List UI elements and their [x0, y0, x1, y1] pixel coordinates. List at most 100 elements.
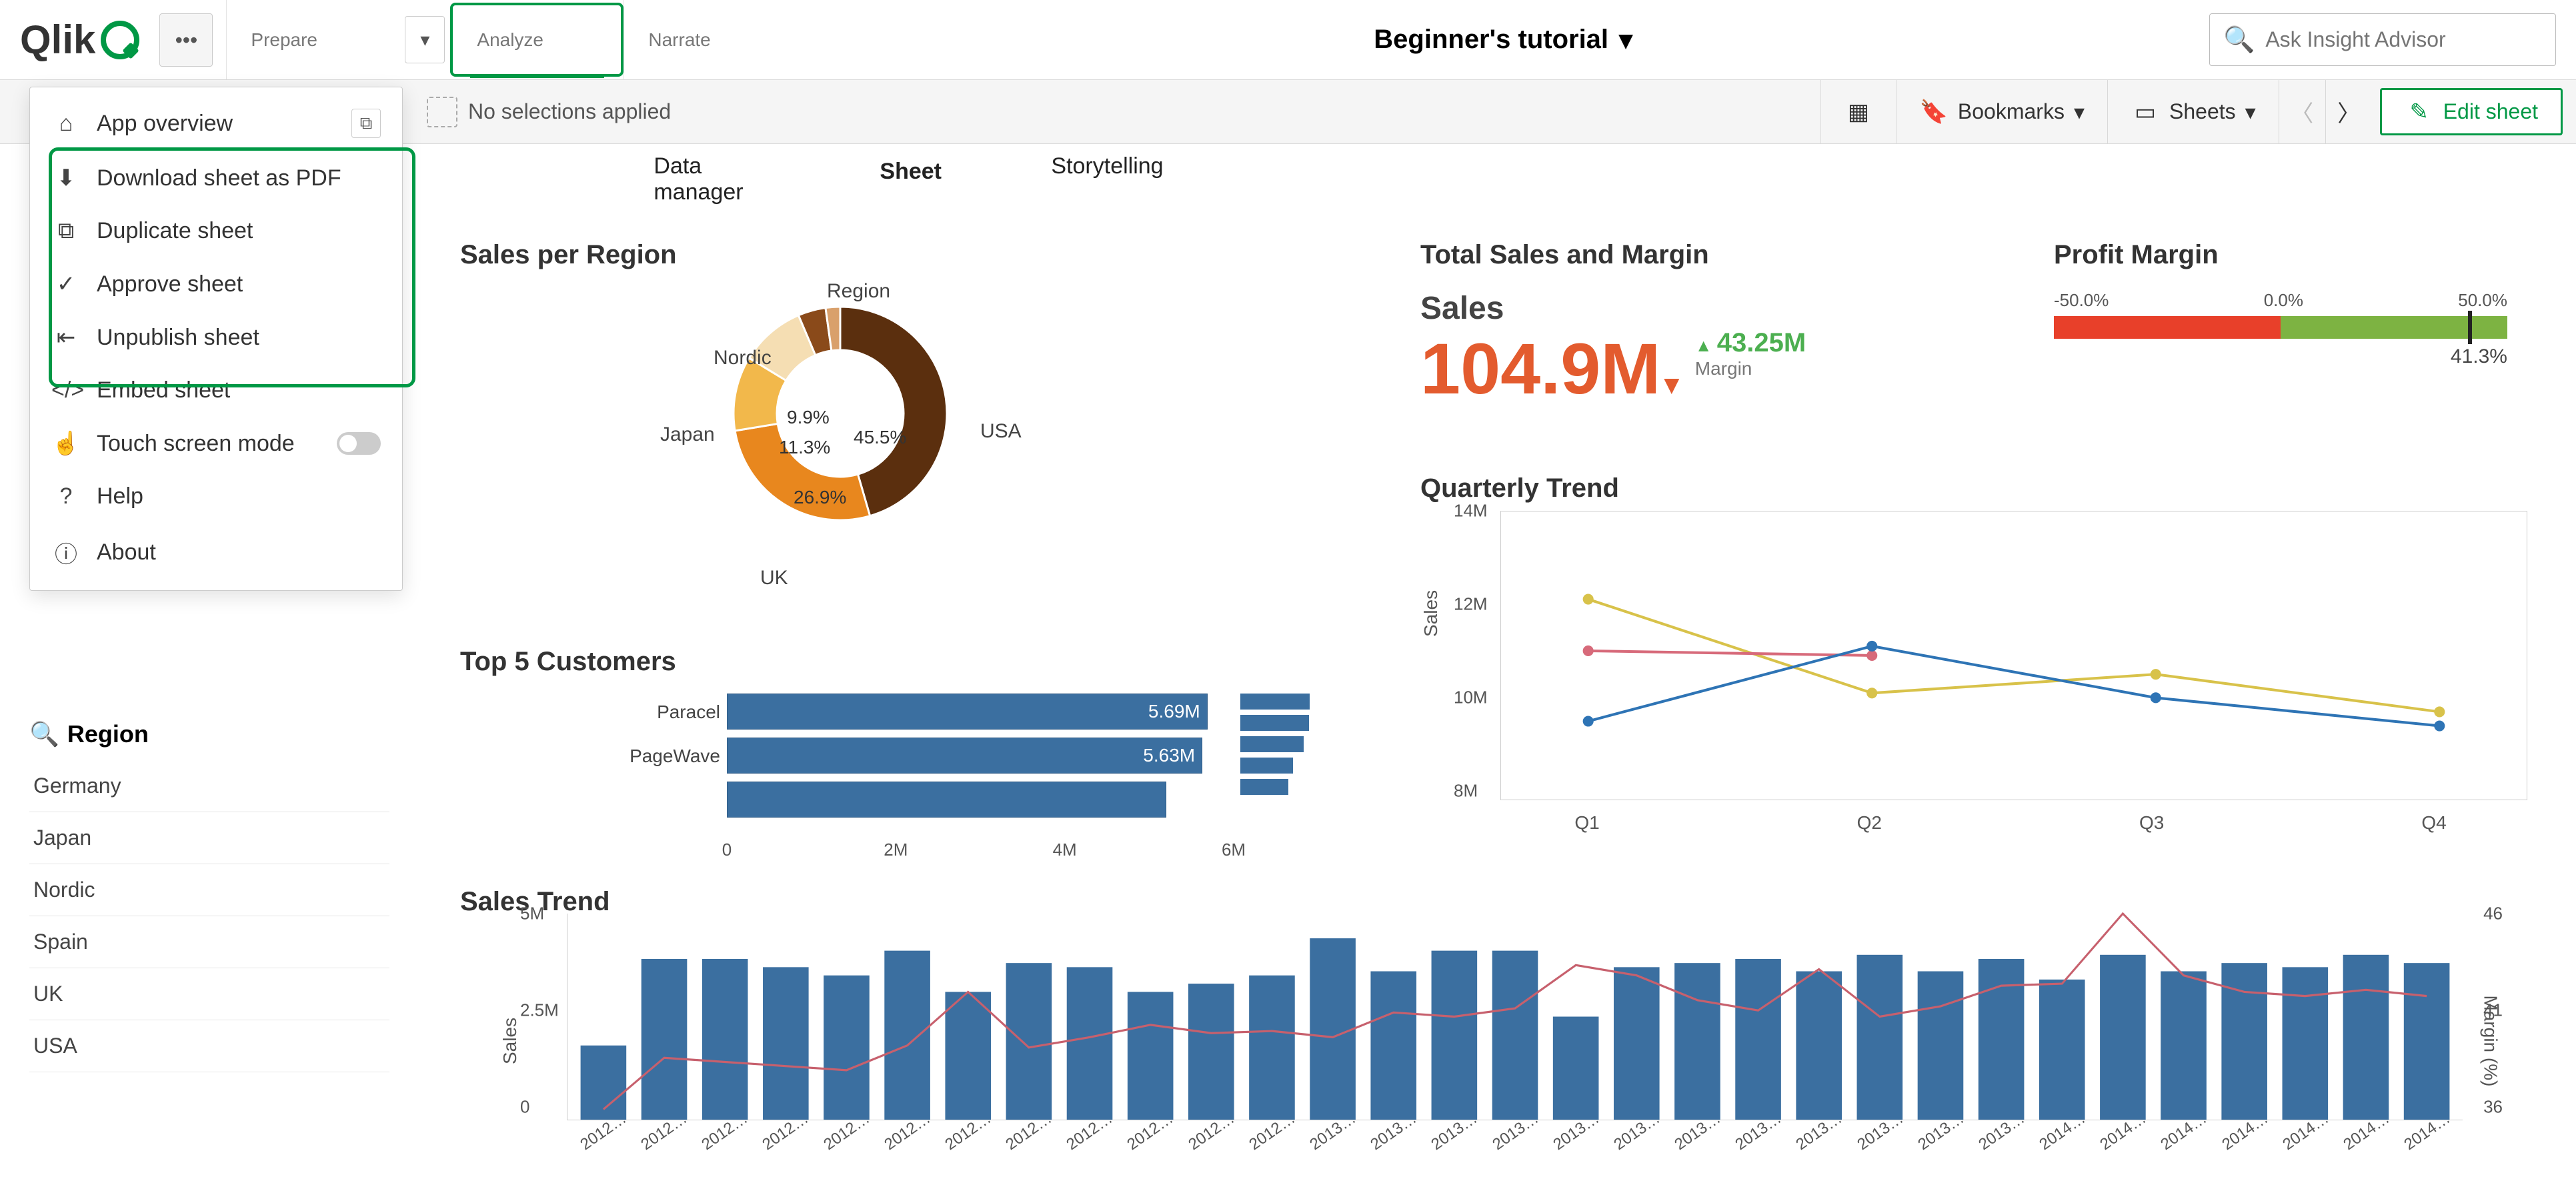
sheets-label: Sheets [2169, 99, 2236, 124]
t5-xtick: 2M [884, 840, 908, 860]
filter-item[interactable]: UK [29, 968, 389, 1020]
dashboard: Sales per Region Region USAUKJapanNordic… [427, 153, 2549, 1180]
t5-title: Top 5 Customers [460, 647, 1327, 677]
tab-prepare[interactable]: Prepare Data manager [226, 0, 399, 79]
qt-ytick: 8M [1454, 781, 1478, 802]
no-selections-text: No selections applied [468, 99, 671, 124]
qt-xtick: Q4 [2421, 812, 2446, 834]
donut-region-label: Japan [660, 423, 715, 446]
menu-duplicate-label: Duplicate sheet [97, 218, 253, 244]
global-menu-popup: ⌂ App overview ⧉ ⬇ Download sheet as PDF… [29, 87, 403, 591]
menu-download-pdf[interactable]: ⬇ Download sheet as PDF [30, 151, 402, 205]
menu-download-label: Download sheet as PDF [97, 165, 341, 191]
tab-prepare-sup: Prepare [251, 29, 375, 51]
qt-ytick: 14M [1454, 501, 1488, 521]
filter-item[interactable]: Spain [29, 916, 389, 968]
filter-item[interactable]: USA [29, 1020, 389, 1072]
sheets-button[interactable]: ▭ Sheets ▾ [2107, 80, 2279, 143]
kpi-total-sales-margin[interactable]: Total Sales and Margin Sales 104.9M 43.2… [1420, 240, 2021, 410]
qt-xtick: Q1 [1574, 812, 1599, 834]
t5-xtick: 4M [1053, 840, 1077, 860]
menu-app-overview-label: App overview [97, 111, 233, 137]
qt-ytick: 12M [1454, 594, 1488, 615]
menu-unpublish-sheet[interactable]: ⇤ Unpublish sheet [30, 311, 402, 364]
qt-ytick: 10M [1454, 688, 1488, 708]
bookmarks-button[interactable]: 🔖 Bookmarks ▾ [1896, 80, 2107, 143]
unpublish-icon: ⇤ [51, 324, 81, 351]
tab-narrate[interactable]: Narrate Storytelling [623, 0, 797, 79]
grid-icon: ▦ [1844, 97, 1873, 127]
chevron-down-icon: ▾ [2245, 99, 2256, 125]
filter-item[interactable]: Nordic [29, 864, 389, 916]
filter-title[interactable]: 🔍 Region [29, 720, 389, 760]
menu-approve-sheet[interactable]: ✓ Approve sheet [30, 257, 402, 311]
st-title: Sales Trend [460, 887, 2543, 917]
donut-legend-title: Region [827, 280, 890, 303]
bookmarks-label: Bookmarks [1958, 99, 2065, 124]
st-y2tick: 46 [2483, 904, 2503, 924]
t5-bar[interactable]: 5.69M [727, 694, 1208, 730]
t5-bar-value: 5.69M [1148, 701, 1200, 722]
t5-bar[interactable] [727, 782, 1166, 818]
tab-analyze[interactable]: Analyze Sheet [450, 3, 623, 77]
t5-minimap[interactable] [1240, 694, 1314, 800]
menu-duplicate-sheet[interactable]: ⧉ Duplicate sheet [30, 205, 402, 257]
filter-item[interactable]: Germany [29, 760, 389, 812]
menu-about-label: About [97, 539, 156, 565]
info-icon: ⓘ [51, 536, 81, 569]
kpi-margin-label: Margin [1695, 358, 1806, 379]
st-ytick: 2.5M [520, 1000, 559, 1021]
t5-bar[interactable]: 5.63M [727, 738, 1202, 774]
sheet-nav: 〈 〉 [2279, 80, 2372, 143]
t5-bar-name: Paracel [620, 702, 720, 723]
filter-item[interactable]: Japan [29, 812, 389, 864]
assets-button[interactable]: ▦ [1820, 80, 1896, 143]
menu-help[interactable]: ? Help [30, 470, 402, 523]
edit-sheet-button[interactable]: ✎ Edit sheet [2380, 88, 2563, 135]
insight-search[interactable]: 🔍 [2209, 13, 2556, 66]
pm-bar [2054, 316, 2507, 339]
chart-quarterly-trend[interactable]: Quarterly Trend Sales 8M10M12M14M Q1Q2Q3… [1420, 473, 2534, 847]
prepare-dropdown[interactable]: ▾ [405, 16, 445, 63]
embed-icon: </> [51, 377, 81, 403]
qlik-logo: Qlik [0, 0, 159, 79]
global-menu-button[interactable]: ••• [159, 13, 213, 67]
pm-scale: -50.0% 0.0% 50.0% [2054, 290, 2507, 311]
next-sheet-button[interactable]: 〉 [2325, 80, 2372, 143]
filter-pane-region: 🔍 Region GermanyJapanNordicSpainUKUSA [29, 720, 389, 1072]
qt-xtick: Q2 [1857, 812, 1882, 834]
pm-value: 41.3% [2054, 345, 2507, 368]
menu-touch-label: Touch screen mode [97, 431, 295, 457]
chart-sales-trend[interactable]: Sales Trend Sales Margin (%) 02.5M5M 364… [460, 887, 2543, 1174]
prev-sheet-button[interactable]: 〈 [2279, 80, 2325, 143]
menu-embed-sheet[interactable]: </> Embed sheet [30, 364, 402, 417]
qt-title: Quarterly Trend [1420, 473, 2534, 503]
insight-search-input[interactable] [2265, 27, 2545, 52]
tab-narrate-sup: Narrate [648, 29, 773, 51]
no-selections: No selections applied [400, 97, 671, 127]
menu-about[interactable]: ⓘ About [30, 523, 402, 582]
menu-touch-mode[interactable]: ☝ Touch screen mode [30, 417, 402, 470]
st-y2tick: 41 [2483, 1000, 2503, 1021]
chevron-down-icon: ▾ [2074, 99, 2085, 125]
selection-placeholder-icon [427, 97, 457, 127]
app-title[interactable]: Beginner's tutorial ▾ [797, 0, 2209, 79]
t5-bar-value: 5.63M [1143, 745, 1195, 766]
home-icon: ⌂ [51, 111, 81, 137]
donut-pct-label: 26.9% [794, 487, 846, 508]
chart-sales-per-region[interactable]: Sales per Region Region USAUKJapanNordic… [460, 240, 1327, 600]
pencil-icon: ✎ [2405, 97, 2434, 127]
pm-scale-max: 50.0% [2458, 290, 2507, 311]
menu-app-overview[interactable]: ⌂ App overview ⧉ [30, 95, 402, 151]
gauge-profit-margin[interactable]: Profit Margin -50.0% 0.0% 50.0% 41.3% [2054, 240, 2507, 368]
kpi-margin: 43.25M Margin [1695, 328, 1806, 379]
chevron-down-icon: ▾ [1619, 25, 1632, 55]
st-plot-area [567, 914, 2463, 1120]
open-new-icon[interactable]: ⧉ [351, 109, 381, 138]
t5-xtick: 6M [1222, 840, 1246, 860]
search-icon: 🔍 [2223, 25, 2255, 55]
chart-top5-customers[interactable]: Top 5 Customers 5.69MParacel5.63MPageWav… [460, 647, 1327, 860]
touch-toggle[interactable] [337, 432, 381, 455]
bookmark-icon: 🔖 [1919, 97, 1949, 127]
spr-title: Sales per Region [460, 240, 1327, 270]
